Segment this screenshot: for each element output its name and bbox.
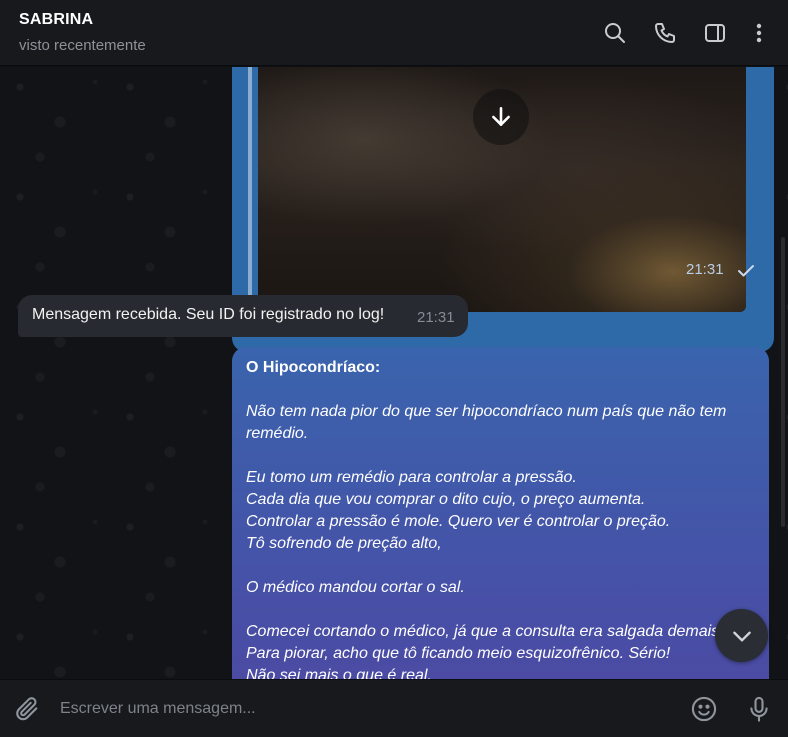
paperclip-icon[interactable] <box>12 694 42 724</box>
sidebar-toggle-icon[interactable] <box>702 20 728 46</box>
message-line: Cada dia que vou comprar o dito cujo, o … <box>246 491 646 508</box>
chat-status: visto recentemente <box>19 37 146 54</box>
emoji-icon[interactable] <box>689 694 719 724</box>
chat-area[interactable]: 21:31 Mensagem recebida. Seu ID foi regi… <box>0 67 788 679</box>
outgoing-message-bubble[interactable]: O Hipocondríaco: Não tem nada pior do qu… <box>232 347 769 679</box>
message-line: Controlar a pressão é mole. Quero ver é … <box>246 513 671 530</box>
reply-bar <box>248 67 252 317</box>
message-line: Para piorar, acho que tô ficando meio es… <box>246 645 671 662</box>
phone-icon[interactable] <box>652 20 678 46</box>
message-time: 21:31 <box>417 309 455 326</box>
message-line: Comecei cortando o médico, já que a cons… <box>246 623 724 640</box>
chat-title[interactable]: SABRINA <box>19 11 93 29</box>
more-vertical-icon[interactable] <box>746 20 772 46</box>
check-icon <box>738 265 754 277</box>
search-icon[interactable] <box>602 20 628 46</box>
download-arrow-icon <box>492 107 510 126</box>
message-line: Não sei mais o que é real. <box>246 667 432 679</box>
message-time: 21:31 <box>686 261 724 278</box>
message-input[interactable] <box>60 694 660 724</box>
message-text: Mensagem recebida. Seu ID foi registrado… <box>32 306 385 323</box>
message-title: O Hipocondríaco: <box>246 359 381 376</box>
download-button[interactable] <box>473 89 529 145</box>
message-line: Não tem nada pior do que ser hipocondría… <box>246 403 727 420</box>
message-line: Eu tomo um remédio para controlar a pres… <box>246 469 577 486</box>
message-composer <box>0 679 788 737</box>
message-line: O médico mandou cortar o sal. <box>246 579 465 596</box>
message-line: Tô sofrendo de preção alto, <box>246 535 442 552</box>
incoming-message-bubble[interactable]: Mensagem recebida. Seu ID foi registrado… <box>18 295 468 337</box>
microphone-icon[interactable] <box>744 694 774 724</box>
scroll-to-bottom-button[interactable] <box>715 609 768 662</box>
message-line: remédio. <box>246 425 309 442</box>
chevron-down-icon <box>732 631 751 642</box>
chat-header: SABRINA visto recentemente <box>0 0 788 66</box>
scrollbar[interactable] <box>781 237 785 527</box>
